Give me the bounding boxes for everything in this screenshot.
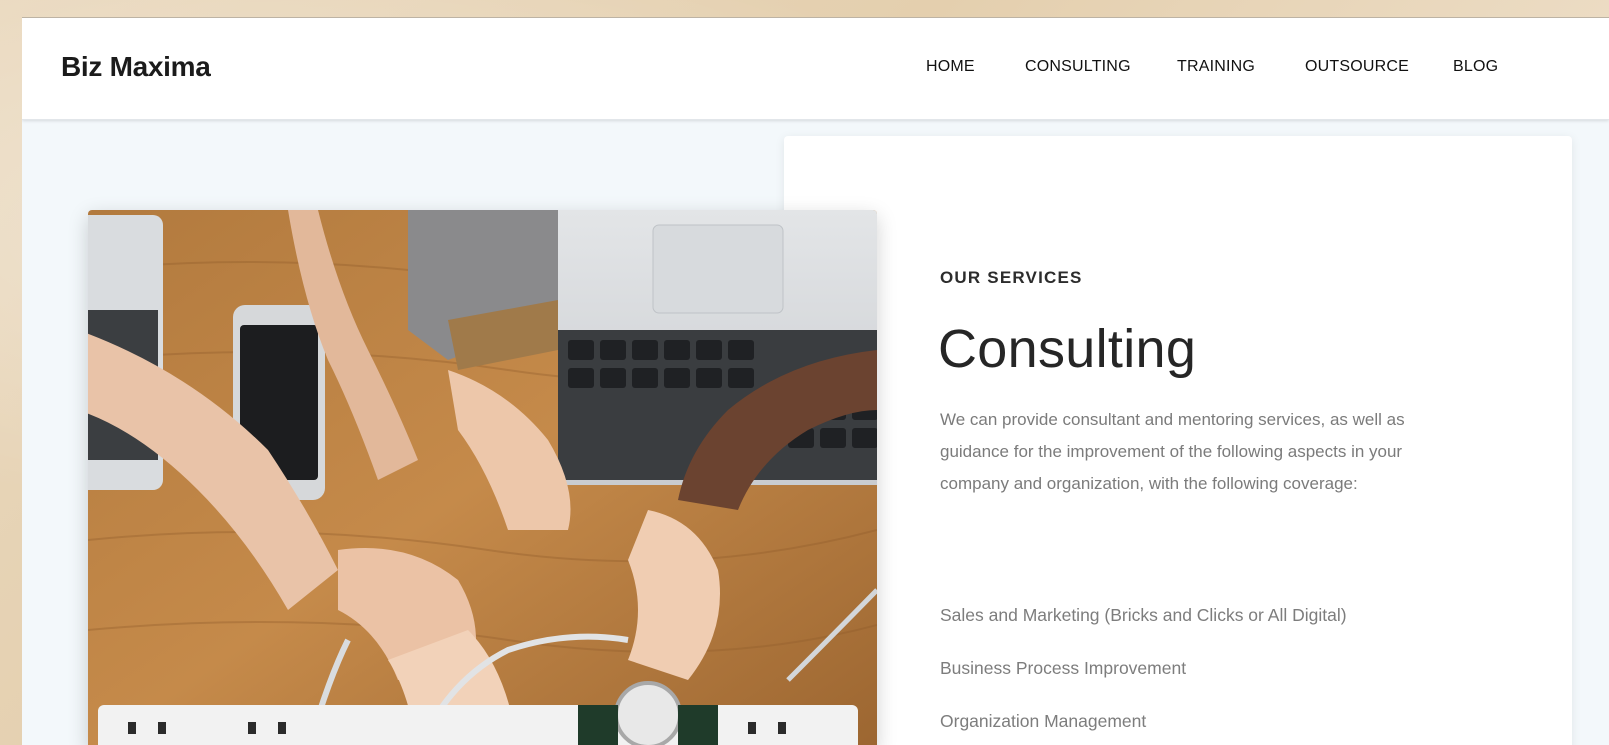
coverage-item: Sales and Marketing (Bricks and Clicks o… <box>940 605 1347 625</box>
coverage-list: Sales and Marketing (Bricks and Clicks o… <box>940 604 1580 745</box>
nav-training[interactable]: TRAINING <box>1177 58 1255 76</box>
nav-consulting[interactable]: CONSULTING <box>1025 58 1131 76</box>
nav-outsource[interactable]: OUTSOURCE <box>1305 58 1409 76</box>
site-header: Biz Maxima HOME CONSULTING TRAINING OUTS… <box>22 18 1609 120</box>
section-eyebrow: OUR SERVICES <box>940 268 1083 287</box>
team-collaboration-photo <box>88 210 877 745</box>
photo-illustration <box>88 210 877 745</box>
browser-viewport: Biz Maxima HOME CONSULTING TRAINING OUTS… <box>22 17 1609 745</box>
coverage-item: Business Process Improvement <box>940 658 1187 678</box>
site-logo[interactable]: Biz Maxima <box>61 51 211 83</box>
nav-blog[interactable]: BLOG <box>1453 58 1498 76</box>
nav-home[interactable]: HOME <box>926 58 975 76</box>
service-intro: We can provide consultant and mentoring … <box>940 410 1405 493</box>
coverage-item: Organization Management <box>940 711 1147 731</box>
service-title: Consulting <box>938 319 1197 379</box>
